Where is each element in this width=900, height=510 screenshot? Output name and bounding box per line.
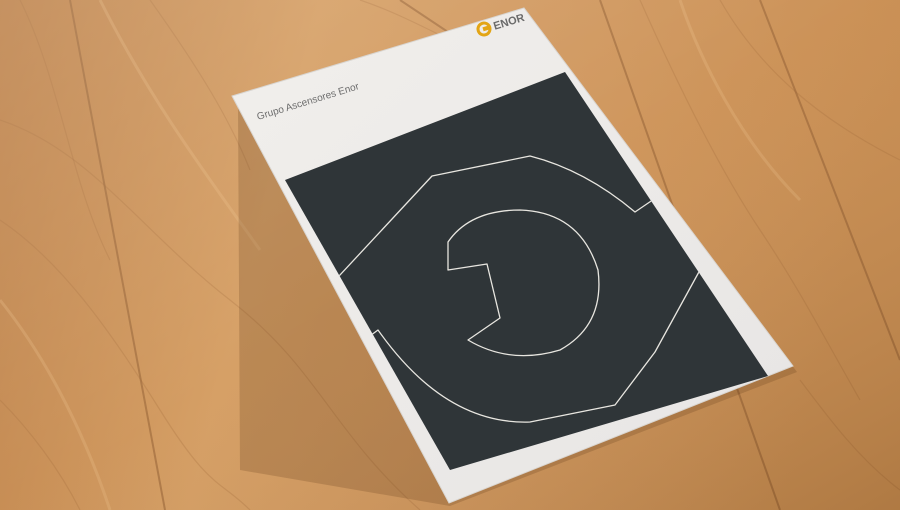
photo-scene: Grupo Ascensores Enor ENOR <box>0 0 900 510</box>
enor-logo-icon <box>476 21 492 37</box>
